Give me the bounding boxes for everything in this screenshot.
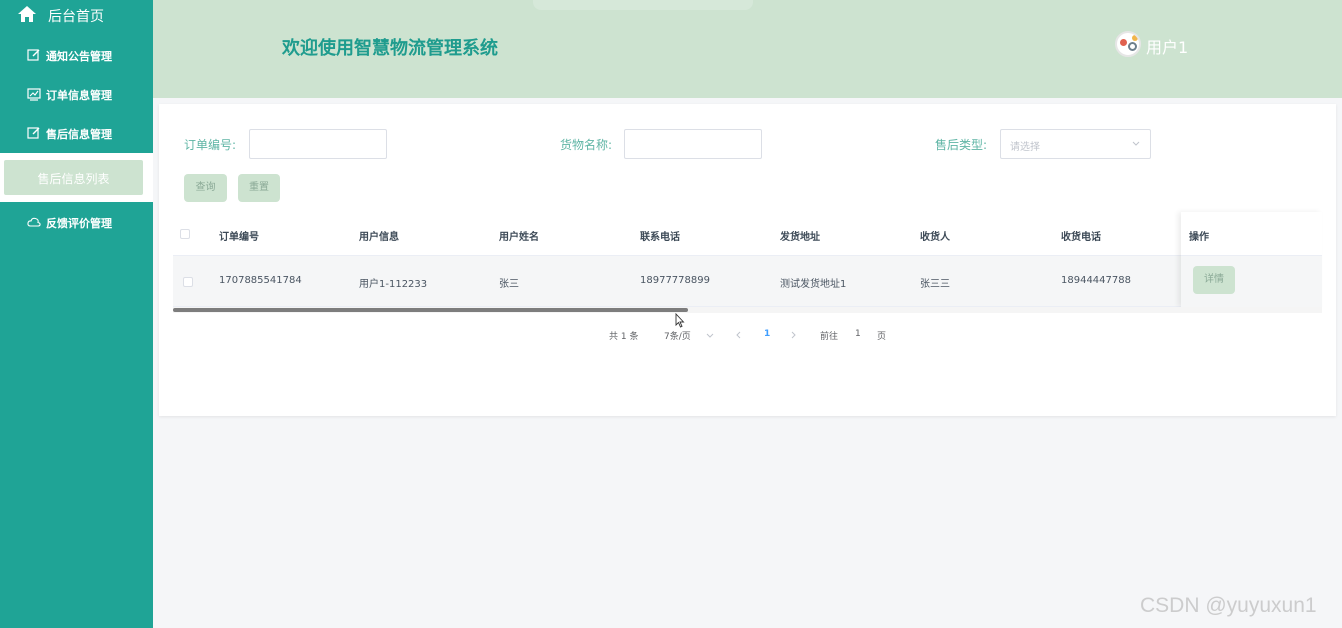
query-button[interactable]: 查询 xyxy=(184,174,227,202)
order-no-input[interactable] xyxy=(249,129,387,159)
chevron-down-icon xyxy=(1132,141,1140,146)
column-header[interactable]: 收货人 xyxy=(920,228,950,243)
sidebar-item-label: 反馈评价管理 xyxy=(46,217,112,230)
column-header: 操作 xyxy=(1189,232,1209,243)
order-no-label: 订单编号: xyxy=(184,138,237,152)
sidebar-item-feedback[interactable]: 反馈评价管理 xyxy=(0,211,153,235)
column-header[interactable]: 用户姓名 xyxy=(499,228,539,243)
aftersale-type-select[interactable]: 请选择 xyxy=(1000,129,1151,159)
detail-button[interactable]: 详情 xyxy=(1193,266,1235,294)
user-name[interactable]: 用户1 xyxy=(1146,34,1188,58)
chart-icon xyxy=(27,88,41,101)
sidebar: 后台首页 通知公告管理 订单信息管理 售后信息管理 售后信息列表 反馈评价管理 xyxy=(0,0,153,628)
sidebar-item-label: 通知公告管理 xyxy=(46,50,112,63)
table-header: 订单编号 用户信息 用户姓名 联系电话 发货地址 收货人 收货电话 xyxy=(173,212,1322,256)
aftersale-type-label: 售后类型: xyxy=(935,138,988,152)
cloud-icon xyxy=(27,217,41,227)
cell-ship-address: 测试发货地址1 xyxy=(780,279,847,290)
cell-user-info: 用户1-112233 xyxy=(359,279,428,290)
column-header[interactable]: 订单编号 xyxy=(219,228,259,243)
chevron-down-icon[interactable] xyxy=(705,330,715,340)
sidebar-subitem-aftersale-list[interactable]: 售后信息列表 xyxy=(4,160,143,195)
chevron-left-icon[interactable] xyxy=(734,330,744,340)
goto-suffix: 页 xyxy=(877,332,887,342)
horizontal-scrollbar[interactable] xyxy=(173,307,1322,313)
goods-name-input[interactable] xyxy=(624,129,762,159)
goods-name-label: 货物名称: xyxy=(560,138,613,152)
cell-phone: 18977778899 xyxy=(640,275,710,286)
goto-page-input[interactable]: 1 xyxy=(855,329,861,339)
sidebar-home-label: 后台首页 xyxy=(48,9,104,25)
header-decoration xyxy=(533,0,753,10)
edit-icon xyxy=(27,127,40,139)
action-header-cell: 操作 xyxy=(1181,212,1322,256)
select-placeholder: 请选择 xyxy=(1010,142,1040,153)
column-header[interactable]: 收货电话 xyxy=(1061,228,1101,243)
column-header[interactable]: 联系电话 xyxy=(640,228,680,243)
page-title: 欢迎使用智慧物流管理系统 xyxy=(282,38,498,59)
page-number-current[interactable]: 1 xyxy=(764,329,770,339)
top-header: 欢迎使用智慧物流管理系统 用户1 xyxy=(153,0,1342,98)
chevron-right-icon[interactable] xyxy=(788,330,798,340)
sidebar-item-label: 订单信息管理 xyxy=(46,89,112,102)
mouse-cursor-icon xyxy=(675,313,685,328)
sidebar-item-aftersale[interactable]: 售后信息管理 xyxy=(0,122,153,146)
avatar[interactable] xyxy=(1115,31,1141,57)
column-header[interactable]: 发货地址 xyxy=(780,228,820,243)
cell-receiver: 张三三 xyxy=(920,279,950,290)
watermark: CSDN @yuyuxun1 xyxy=(1140,594,1317,617)
select-all-checkbox[interactable] xyxy=(180,229,190,239)
reset-button[interactable]: 重置 xyxy=(238,174,280,202)
column-header[interactable]: 用户信息 xyxy=(359,228,399,243)
edit-icon xyxy=(27,49,40,61)
sidebar-item-notice[interactable]: 通知公告管理 xyxy=(0,44,153,68)
action-cell: 详情 xyxy=(1181,256,1322,307)
table-row[interactable]: 1707885541784 用户1-112233 张三 18977778899 … xyxy=(173,256,1181,307)
sidebar-item-label: 售后信息管理 xyxy=(46,128,112,141)
sidebar-subitem-label: 售后信息列表 xyxy=(37,172,110,186)
scrollbar-thumb[interactable] xyxy=(173,308,688,312)
goto-prefix: 前往 xyxy=(820,332,839,342)
pagination-total: 共 1 条 xyxy=(609,332,639,342)
content-card: 订单编号: 货物名称: 售后类型: 请选择 查询 重置 订单编号 用户信息 用户… xyxy=(159,104,1336,416)
row-checkbox[interactable] xyxy=(183,277,193,287)
sidebar-item-orders[interactable]: 订单信息管理 xyxy=(0,83,153,107)
sidebar-item-home[interactable]: 后台首页 xyxy=(0,0,153,30)
sidebar-submenu: 售后信息列表 xyxy=(0,153,153,202)
fixed-action-column: 操作 详情 xyxy=(1181,212,1322,307)
cell-receiver-phone: 18944447788 xyxy=(1061,275,1131,286)
cell-order-no: 1707885541784 xyxy=(219,275,302,286)
cell-user-name: 张三 xyxy=(499,279,519,290)
home-icon xyxy=(18,6,36,22)
page-size-select[interactable]: 7条/页 xyxy=(664,329,691,342)
